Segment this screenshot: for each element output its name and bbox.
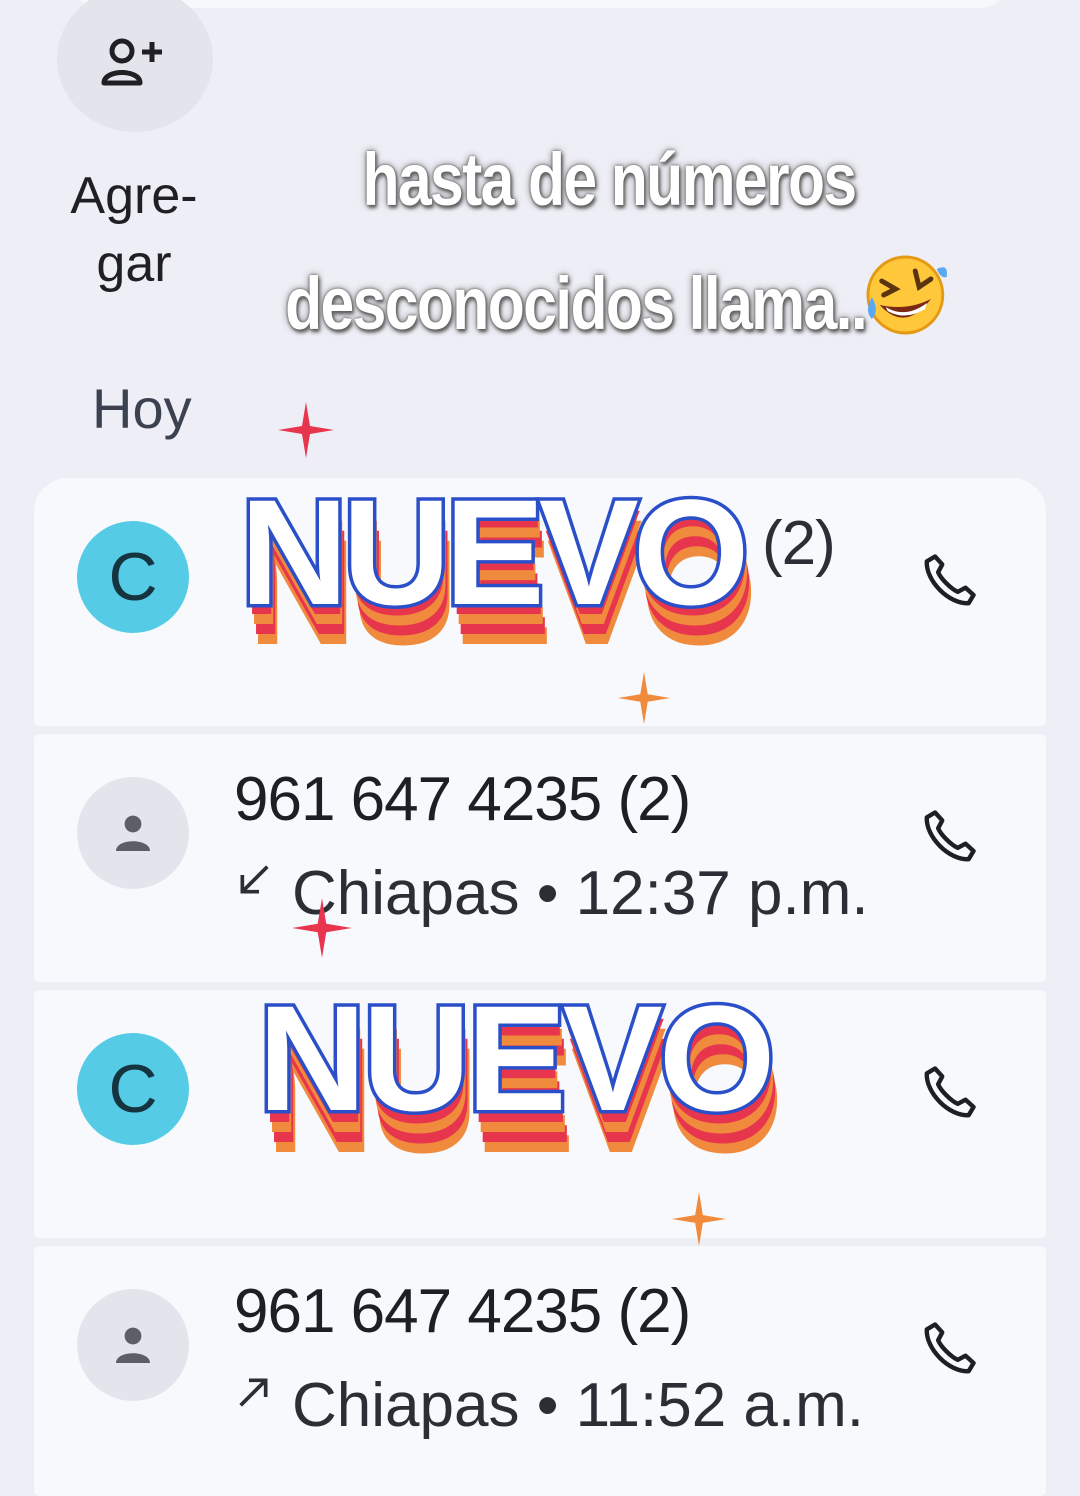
video-caption-overlay: hasta de números desconocidos llama.. [285, 118, 948, 366]
sparkle-icon [292, 898, 352, 958]
caption-line-1: hasta de números [362, 138, 857, 221]
caller-number: 961 647 4235 (2) [234, 1277, 691, 1346]
contact-avatar [77, 1289, 189, 1401]
sparkle-icon [671, 1191, 727, 1247]
caller-number: 961 647 4235 (2) [234, 765, 691, 834]
rolling-laughing-emoji-icon [866, 255, 948, 335]
person-icon [116, 1327, 150, 1363]
section-header-today: Hoy [92, 377, 192, 440]
outgoing-call-arrow-icon [239, 1378, 268, 1407]
contact-avatar: C [77, 1033, 189, 1145]
nuevo-sticker: NUEVO NUEVO NUEVO NUEVO NUEVO [255, 982, 784, 1172]
phone-call-icon[interactable] [918, 806, 980, 868]
add-person-icon [101, 38, 162, 86]
caption-line-2: desconocidos llama.. [285, 242, 948, 366]
svg-text:NUEVO: NUEVO [240, 478, 744, 636]
call-log-row[interactable]: 961 647 4235 (2) Chiapas • 11:52 a.m. [34, 1246, 1046, 1496]
call-detail: Chiapas • 11:52 a.m. [234, 1370, 864, 1441]
contact-avatar [77, 777, 189, 889]
phone-call-icon[interactable] [918, 1062, 980, 1124]
contact-avatar: C [77, 521, 189, 633]
add-contact-label: Agre- gar [70, 167, 198, 293]
missed-call-arrow-icon [240, 865, 269, 894]
nuevo-sticker: NUEVO NUEVO NUEVO NUEVO NUEVO [237, 478, 758, 664]
svg-text:NUEVO: NUEVO [258, 982, 771, 1142]
search-bar-card [70, 0, 1010, 8]
phone-call-icon[interactable] [918, 1318, 980, 1380]
call-log-row[interactable]: 961 647 4235 (2) Chiapas • 12:37 p.m. [34, 734, 1046, 982]
phone-call-icon[interactable] [918, 550, 980, 612]
sparkle-icon [278, 402, 334, 458]
sparkle-icon [617, 671, 671, 725]
call-count: (2) [762, 509, 836, 578]
person-icon [116, 815, 150, 851]
caption-line-2-text: desconocidos llama.. [285, 262, 868, 345]
